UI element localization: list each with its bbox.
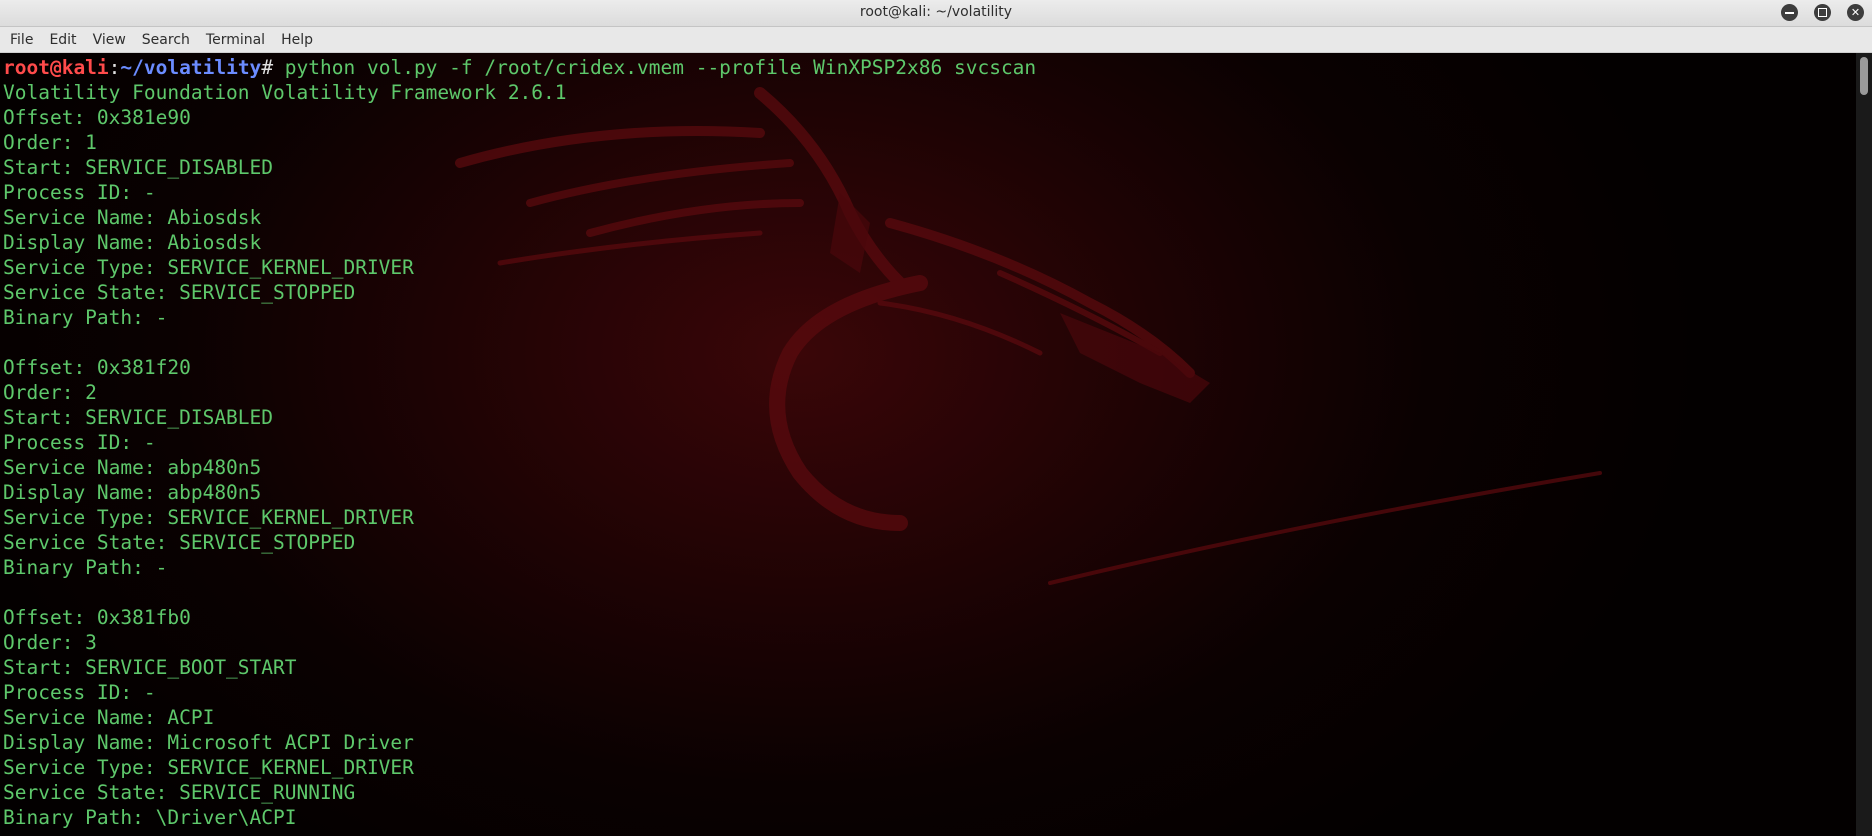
maximize-icon[interactable]: [1814, 4, 1831, 21]
output-line: Start: SERVICE_BOOT_START: [3, 656, 297, 679]
menu-edit[interactable]: Edit: [41, 32, 84, 48]
output-line: Service State: SERVICE_STOPPED: [3, 531, 356, 554]
menu-terminal[interactable]: Terminal: [198, 32, 273, 48]
output-line: Binary Path: \Driver\ACPI: [3, 806, 297, 829]
output-line: Binary Path: -: [3, 556, 168, 579]
output-line: Service Name: Abiosdsk: [3, 206, 262, 229]
output-line: Order: 3: [3, 631, 97, 654]
menu-file[interactable]: File: [2, 32, 41, 48]
window-controls: ✕: [1781, 4, 1864, 21]
output-line: Display Name: Microsoft ACPI Driver: [3, 731, 414, 754]
output-line: Process ID: -: [3, 431, 156, 454]
output-line: Service Name: abp480n5: [3, 456, 262, 479]
prompt-colon: :: [108, 56, 121, 79]
menu-search[interactable]: Search: [134, 32, 198, 48]
output-line: Service Type: SERVICE_KERNEL_DRIVER: [3, 256, 414, 279]
terminal-output: root@kali:~/volatility# python vol.py -f…: [3, 55, 1036, 830]
output-line: Service State: SERVICE_STOPPED: [3, 281, 356, 304]
prompt-symbol: #: [261, 56, 274, 79]
window-title: root@kali: ~/volatility: [859, 4, 1013, 20]
output-line: Offset: 0x381f20: [3, 356, 191, 379]
output-line: Process ID: -: [3, 181, 156, 204]
output-line: Service Name: ACPI: [3, 706, 215, 729]
terminal-window: root@kali: ~/volatility ✕ File Edit View…: [0, 0, 1872, 836]
output-line: Start: SERVICE_DISABLED: [3, 156, 274, 179]
output-line: Service Type: SERVICE_KERNEL_DRIVER: [3, 756, 414, 779]
output-line: Process ID: -: [3, 681, 156, 704]
output-line: Service Type: SERVICE_KERNEL_DRIVER: [3, 506, 414, 529]
menu-bar: File Edit View Search Terminal Help: [0, 27, 1872, 53]
output-line: Volatility Foundation Volatility Framewo…: [3, 81, 567, 104]
command-line: root@kali:~/volatility# python vol.py -f…: [3, 55, 1036, 80]
output-line: Start: SERVICE_DISABLED: [3, 406, 274, 429]
vertical-scrollbar[interactable]: [1856, 53, 1872, 836]
output-line: Display Name: abp480n5: [3, 481, 262, 504]
terminal-area[interactable]: root@kali:~/volatility# python vol.py -f…: [0, 53, 1856, 836]
output-line: Order: 2: [3, 381, 97, 404]
output-line: Service State: SERVICE_RUNNING: [3, 781, 356, 804]
menu-help[interactable]: Help: [273, 32, 321, 48]
scrollbar-thumb[interactable]: [1860, 57, 1868, 95]
menu-view[interactable]: View: [85, 32, 134, 48]
prompt-user-host: root@kali: [3, 56, 109, 79]
output-line: Offset: 0x381e90: [3, 106, 191, 129]
minimize-icon[interactable]: [1781, 4, 1798, 21]
title-bar[interactable]: root@kali: ~/volatility ✕: [0, 0, 1872, 27]
prompt-path: ~/volatility: [120, 56, 262, 79]
close-icon[interactable]: ✕: [1847, 4, 1864, 21]
command-text: python vol.py -f /root/cridex.vmem --pro…: [273, 56, 1037, 79]
output-line: Order: 1: [3, 131, 97, 154]
output-line: Binary Path: -: [3, 306, 168, 329]
output-line: Offset: 0x381fb0: [3, 606, 191, 629]
output-line: Display Name: Abiosdsk: [3, 231, 262, 254]
